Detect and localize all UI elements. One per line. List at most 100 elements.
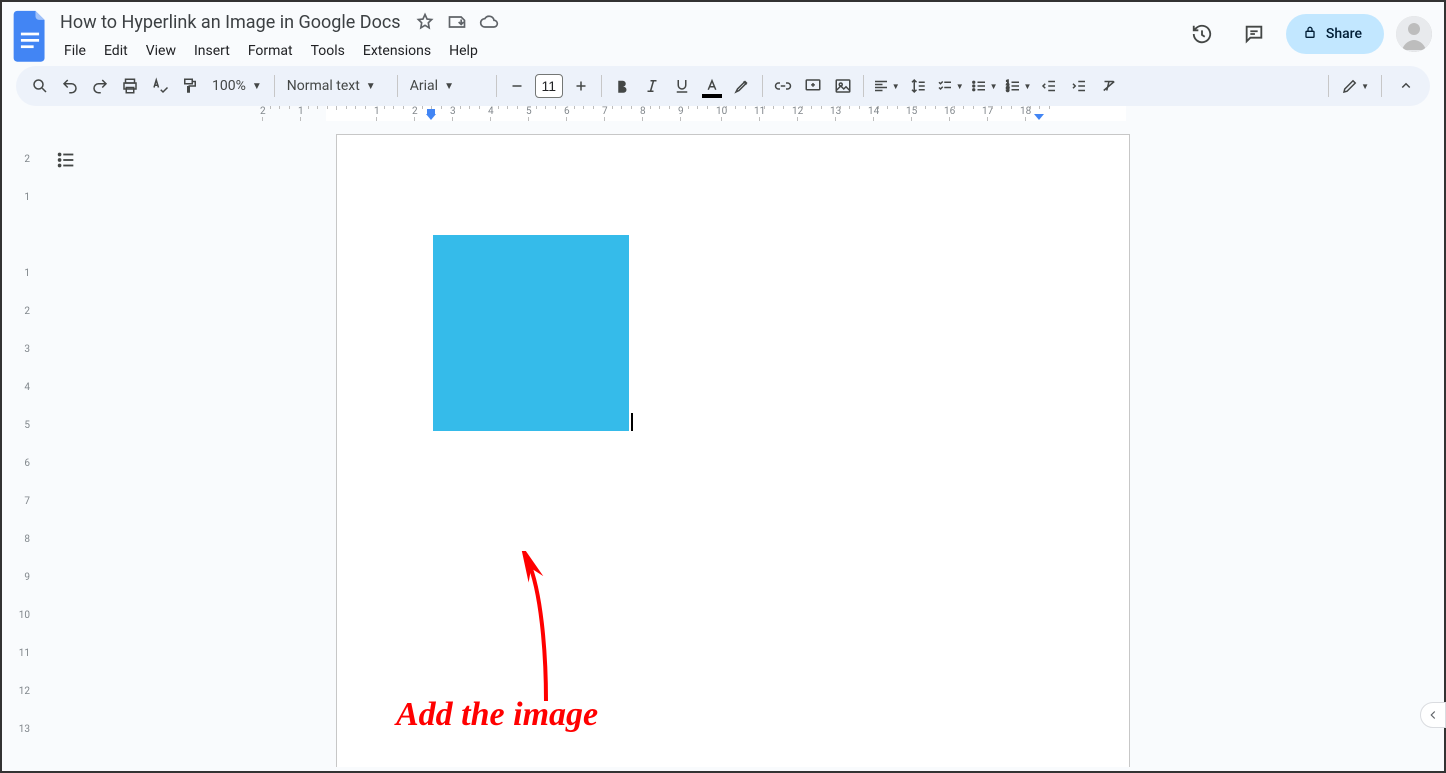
paint-format-icon[interactable] bbox=[176, 72, 204, 100]
inserted-image[interactable] bbox=[433, 235, 629, 431]
account-avatar[interactable] bbox=[1396, 16, 1432, 52]
lock-icon bbox=[1302, 24, 1318, 44]
menu-view[interactable]: View bbox=[138, 39, 184, 63]
doc-title[interactable]: How to Hyperlink an Image in Google Docs bbox=[56, 10, 405, 35]
move-icon[interactable] bbox=[447, 12, 467, 32]
ruler-tick: 11 bbox=[2, 648, 30, 659]
increase-font-icon[interactable] bbox=[567, 72, 595, 100]
collapse-toolbar-icon[interactable] bbox=[1392, 72, 1420, 100]
text-color-icon[interactable] bbox=[698, 72, 726, 100]
ruler-minor-tick bbox=[849, 106, 850, 109]
canvas-area: 21123456789101112131415161718 Add the im… bbox=[36, 106, 1444, 767]
paragraph-style-select[interactable]: Normal text ▼ bbox=[281, 72, 391, 100]
highlight-icon[interactable] bbox=[728, 72, 756, 100]
insert-image-icon[interactable] bbox=[829, 72, 857, 100]
bold-icon[interactable] bbox=[608, 72, 636, 100]
ruler-minor-tick bbox=[270, 106, 271, 109]
caret-down-icon: ▼ bbox=[252, 81, 262, 92]
ruler-minor-tick bbox=[726, 106, 727, 109]
ruler-tick: 9 bbox=[2, 572, 30, 583]
ruler-minor-tick bbox=[1049, 106, 1050, 109]
ruler-minor-tick bbox=[773, 106, 774, 109]
print-icon[interactable] bbox=[116, 72, 144, 100]
ruler-tick: 1 bbox=[2, 192, 30, 203]
ruler-minor-tick bbox=[498, 106, 499, 109]
separator bbox=[496, 75, 497, 97]
increase-indent-icon[interactable] bbox=[1065, 72, 1093, 100]
insert-link-icon[interactable] bbox=[769, 72, 797, 100]
decrease-font-icon[interactable] bbox=[503, 72, 531, 100]
decrease-indent-icon[interactable] bbox=[1035, 72, 1063, 100]
star-icon[interactable] bbox=[415, 12, 435, 32]
vertical-ruler[interactable]: 2112345678910111213 bbox=[2, 106, 36, 767]
workspace: 2112345678910111213 21123456789101112131… bbox=[2, 106, 1444, 767]
ruler-tick: 10 bbox=[2, 610, 30, 621]
ruler-minor-tick bbox=[935, 106, 936, 109]
undo-icon[interactable] bbox=[56, 72, 84, 100]
ruler-minor-tick bbox=[821, 106, 822, 109]
ruler-minor-tick bbox=[878, 106, 879, 109]
document-page[interactable] bbox=[336, 134, 1130, 767]
comments-icon[interactable] bbox=[1234, 14, 1274, 54]
add-comment-icon[interactable] bbox=[799, 72, 827, 100]
numbered-list-icon[interactable]: 123▼ bbox=[1002, 72, 1034, 100]
menu-insert[interactable]: Insert bbox=[186, 39, 238, 63]
bulleted-list-icon[interactable]: ▼ bbox=[968, 72, 1000, 100]
horizontal-ruler[interactable]: 21123456789101112131415161718 bbox=[36, 106, 1444, 124]
ruler-minor-tick bbox=[764, 106, 765, 109]
cloud-status-icon[interactable] bbox=[479, 12, 499, 32]
menu-format[interactable]: Format bbox=[240, 39, 301, 63]
line-spacing-icon[interactable] bbox=[904, 72, 932, 100]
ruler-minor-tick bbox=[422, 106, 423, 109]
ruler-minor-tick bbox=[441, 106, 442, 109]
menu-extensions[interactable]: Extensions bbox=[355, 39, 439, 63]
ruler-tick: 2 bbox=[412, 106, 418, 121]
font-size-input[interactable] bbox=[535, 74, 563, 98]
ruler-minor-tick bbox=[802, 106, 803, 109]
clear-format-icon[interactable] bbox=[1095, 72, 1123, 100]
separator bbox=[1328, 75, 1329, 97]
menu-tools[interactable]: Tools bbox=[303, 39, 353, 63]
separator bbox=[601, 75, 602, 97]
ruler-minor-tick bbox=[393, 106, 394, 109]
ruler-tick: 1 bbox=[298, 106, 304, 121]
editing-mode-icon[interactable]: ▼ bbox=[1339, 72, 1371, 100]
history-icon[interactable] bbox=[1182, 14, 1222, 54]
font-select[interactable]: Arial ▼ bbox=[404, 72, 490, 100]
toolbar: 100% ▼ Normal text ▼ Arial ▼ ▼ ▼ ▼ 123▼ … bbox=[16, 66, 1430, 106]
redo-icon[interactable] bbox=[86, 72, 114, 100]
caret-down-icon: ▼ bbox=[366, 81, 376, 92]
ruler-minor-tick bbox=[536, 106, 537, 109]
ruler-minor-tick bbox=[384, 106, 385, 109]
menu-edit[interactable]: Edit bbox=[96, 39, 136, 63]
app-header: How to Hyperlink an Image in Google Docs… bbox=[2, 2, 1444, 66]
ruler-minor-tick bbox=[593, 106, 594, 109]
outline-toggle-icon[interactable] bbox=[48, 142, 84, 178]
ruler-minor-tick bbox=[916, 106, 917, 109]
menu-help[interactable]: Help bbox=[441, 39, 486, 63]
ruler-tick: 8 bbox=[2, 534, 30, 545]
search-menu-icon[interactable] bbox=[26, 72, 54, 100]
ruler-minor-tick bbox=[707, 106, 708, 109]
underline-icon[interactable] bbox=[668, 72, 696, 100]
spellcheck-icon[interactable] bbox=[146, 72, 174, 100]
ruler-tick bbox=[336, 106, 337, 110]
ruler-tick: 5 bbox=[526, 106, 532, 121]
docs-logo[interactable] bbox=[10, 10, 50, 62]
menu-file[interactable]: File bbox=[56, 39, 94, 63]
expand-side-panel-icon[interactable] bbox=[1420, 702, 1446, 728]
ruler-minor-tick bbox=[545, 106, 546, 109]
checklist-icon[interactable]: ▼ bbox=[934, 72, 966, 100]
text-cursor bbox=[631, 413, 633, 431]
zoom-select[interactable]: 100% ▼ bbox=[206, 72, 268, 100]
ruler-tick: 2 bbox=[2, 154, 30, 165]
align-icon[interactable]: ▼ bbox=[870, 72, 902, 100]
ruler-tick: 12 bbox=[2, 686, 30, 697]
ruler-tick: 7 bbox=[2, 496, 30, 507]
share-button[interactable]: Share bbox=[1286, 14, 1384, 54]
ruler-tick: 7 bbox=[602, 106, 608, 121]
italic-icon[interactable] bbox=[638, 72, 666, 100]
ruler-minor-tick bbox=[1030, 106, 1031, 109]
ruler-tick: 3 bbox=[2, 344, 30, 355]
ruler-tick: 1 bbox=[2, 268, 30, 279]
